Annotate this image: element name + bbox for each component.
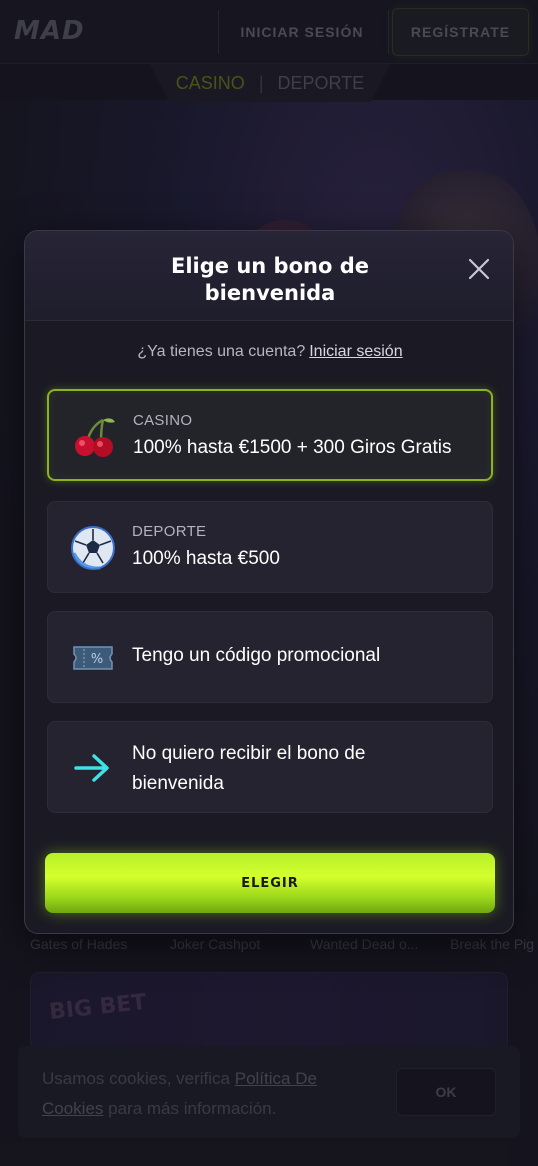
modal-title: Elige un bono de bienvenida [171,254,369,305]
modal-header: Elige un bono de bienvenida [25,231,513,321]
welcome-bonus-modal: Elige un bono de bienvenida ¿Ya tienes u… [24,230,514,934]
option-value: Tengo un código promocional [132,645,381,666]
bonus-option-promo-code[interactable]: % Tengo un código promocional [47,611,493,703]
login-link[interactable]: Iniciar sesión [309,343,402,360]
soccer-ball-icon [71,526,115,570]
option-label: CASINO [133,412,193,429]
close-icon [468,258,490,280]
bonus-option-no-bonus[interactable]: No quiero recibir el bono de bienvenida [47,721,493,813]
login-prompt: ¿Ya tienes una cuenta? Iniciar sesión [25,343,513,361]
promo-ticket-icon: % [73,646,113,670]
option-value: No quiero recibir el bono de bienvenida [132,743,366,794]
cherries-icon [75,418,115,457]
option-value: 100% hasta €500 [132,548,280,569]
option-value: 100% hasta €1500 + 300 Giros Gratis [133,437,452,458]
arrow-right-icon [74,754,109,782]
close-button[interactable] [463,253,495,285]
bonus-option-sport[interactable]: DEPORTE 100% hasta €500 [47,501,493,593]
svg-text:%: % [91,652,103,667]
login-prompt-text: ¿Ya tienes una cuenta? [137,343,306,360]
option-label: DEPORTE [132,523,207,540]
choose-button[interactable]: ELEGIR [45,853,495,913]
bonus-option-casino[interactable]: CASINO 100% hasta €1500 + 300 Giros Grat… [47,389,493,481]
